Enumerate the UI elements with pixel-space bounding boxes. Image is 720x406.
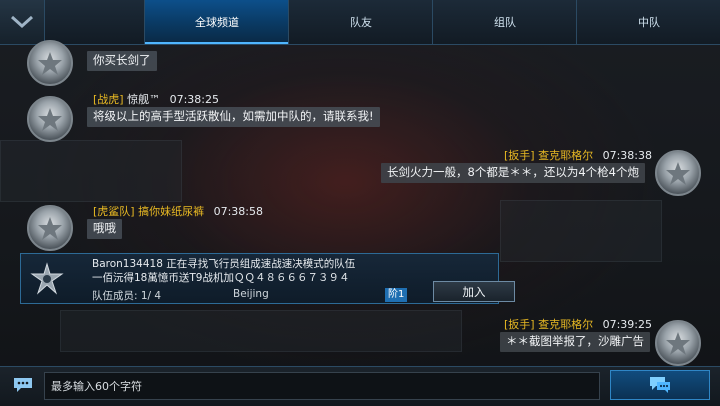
eagle-emblem-icon xyxy=(666,332,690,355)
squad-tag: [扳手] xyxy=(504,149,535,162)
message-text: 你买长剑了 xyxy=(87,51,157,71)
avatar[interactable] xyxy=(655,320,701,366)
eagle-emblem-icon xyxy=(666,162,690,185)
message-text: 长剑火力一般，8个都是＊＊，还以为4个枪4个炮 xyxy=(381,163,645,183)
background-panel xyxy=(60,310,462,352)
avatar[interactable] xyxy=(27,205,73,251)
tab-teammates[interactable]: 队友 xyxy=(288,0,433,44)
rank-emblem-icon xyxy=(27,260,67,300)
team-member-count: 队伍成员: 1/ 4 xyxy=(92,290,162,302)
background-panel xyxy=(500,200,662,262)
sender-name[interactable]: 查克耶格尔 xyxy=(538,318,593,331)
squad-tag: [战虎] xyxy=(93,93,124,106)
join-team-button[interactable]: 加入 xyxy=(433,281,515,302)
message-meta: [虎鲨队] 搞你妹纸尿裤 07:38:58 xyxy=(93,203,263,219)
message-meta: [扳手] 查克耶格尔 07:38:38 xyxy=(504,147,652,163)
send-button[interactable] xyxy=(610,370,710,400)
squad-tag: [扳手] xyxy=(504,318,535,331)
timestamp: 07:38:38 xyxy=(602,149,652,162)
tab-label: 全球频道 xyxy=(195,16,239,29)
chat-message-input[interactable] xyxy=(44,372,600,400)
chat-bubble-icon[interactable] xyxy=(12,376,34,394)
channel-tab-bar: 全球频道 队友 组队 中队 xyxy=(0,0,720,45)
avatar[interactable] xyxy=(27,40,73,86)
eagle-emblem-icon xyxy=(38,108,62,131)
sender-name[interactable]: 搞你妹纸尿裤 xyxy=(138,205,204,218)
tab-label: 组队 xyxy=(494,16,516,29)
message-text: 哦哦 xyxy=(87,219,122,239)
send-chat-icon xyxy=(650,377,670,393)
tab-label: 中队 xyxy=(638,16,660,29)
message-meta: [战虎] 惊舰™ 07:38:25 xyxy=(93,91,219,107)
timestamp: 07:38:58 xyxy=(213,205,263,218)
team-location: Beijing xyxy=(233,288,269,300)
squad-tag: [虎鲨队] xyxy=(93,205,135,218)
invite-message-detail: 一佰沅得18萬憶币送T9战机加ＱＱ４８６６６７３９４ xyxy=(92,272,350,284)
tab-squadron[interactable]: 中队 xyxy=(576,0,720,44)
chevron-down-icon xyxy=(10,15,34,29)
message-meta: [扳手] 查克耶格尔 07:39:25 xyxy=(504,316,652,332)
invite-message: Baron134418 正在寻找飞行员组成速战速决模式的队伍 xyxy=(92,258,356,270)
tab-label: 队友 xyxy=(350,16,372,29)
sender-name[interactable]: 查克耶格尔 xyxy=(538,149,593,162)
sender-name[interactable]: 惊舰™ xyxy=(127,93,160,106)
eagle-emblem-icon xyxy=(38,52,62,75)
message-text: 将级以上的高手型活跃散仙，如需加中队的，请联系我! xyxy=(87,107,380,127)
rank-badge: 阶1 xyxy=(385,288,408,302)
team-invite-card: Baron134418 正在寻找飞行员组成速战速决模式的队伍 一佰沅得18萬憶币… xyxy=(20,253,515,304)
tab-global-channel[interactable]: 全球频道 xyxy=(144,0,289,44)
avatar[interactable] xyxy=(27,96,73,142)
tab-team-up[interactable]: 组队 xyxy=(432,0,577,44)
timestamp: 07:39:25 xyxy=(602,318,652,331)
message-text: ＊＊截图举报了，沙雕广告 xyxy=(500,332,650,352)
back-button[interactable] xyxy=(0,0,45,44)
eagle-emblem-icon xyxy=(38,217,62,240)
avatar[interactable] xyxy=(655,150,701,196)
timestamp: 07:38:25 xyxy=(169,93,219,106)
background-panel xyxy=(0,140,182,202)
